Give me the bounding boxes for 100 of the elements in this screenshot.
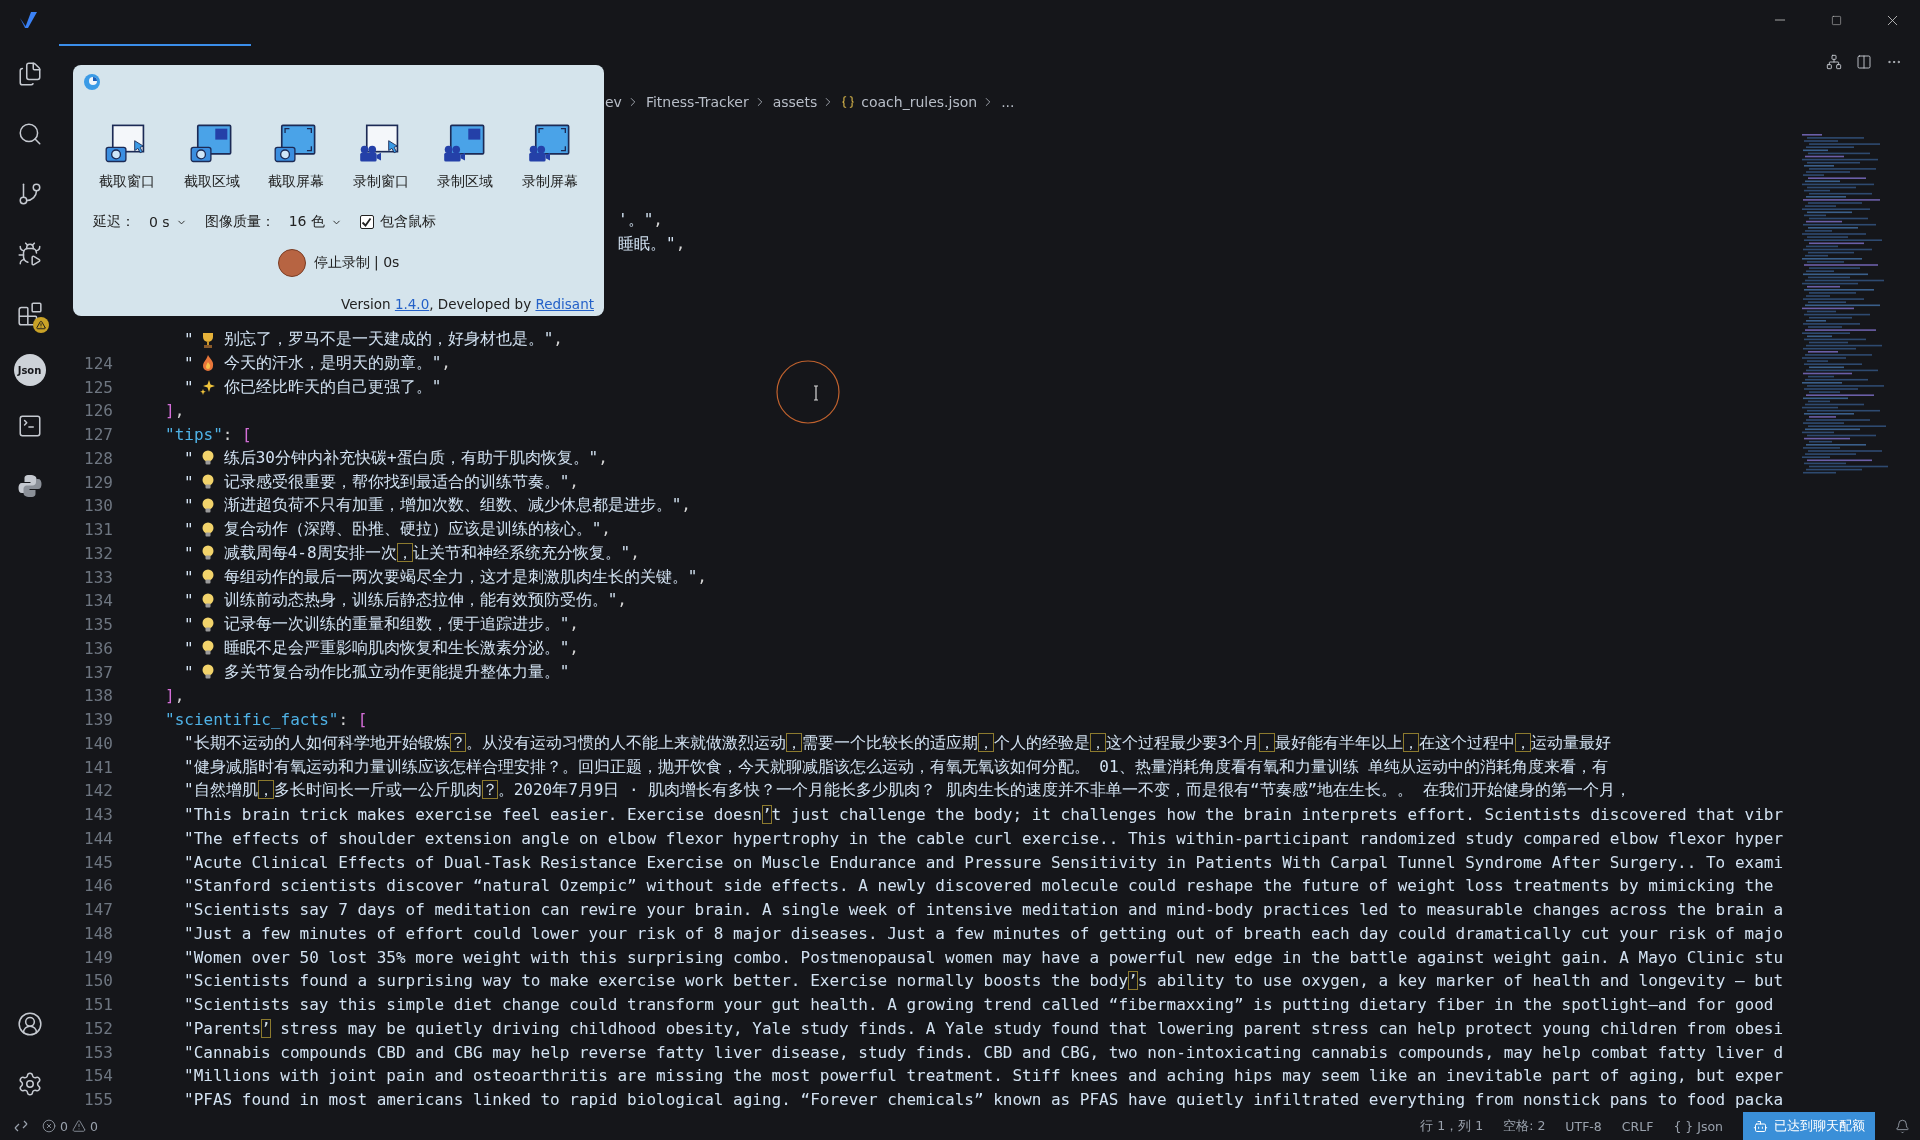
remote-icon[interactable] (14, 1119, 28, 1133)
code-text: 练后30分钟内补充快碳+蛋白质，有助于肌肉恢复。", (223, 447, 608, 469)
code-text: "tips": [ (165, 425, 252, 445)
line-number: 133 (83, 567, 113, 587)
line-number: 149 (83, 947, 113, 967)
code-text: ], (165, 686, 185, 706)
line-number: 142 (83, 781, 113, 801)
line-number: 135 (83, 615, 113, 635)
code-text: 睡眠不足会严重影响肌肉恢复和生长激素分泌。", (223, 637, 579, 659)
code-text: "This brain trick makes exercise feel easier. Exercise doesn’t just challenge the body; it challenges how the brain interprets effort. Scientists discovered that vibr (184, 805, 1784, 825)
cursor-highlight-icon (775, 359, 841, 425)
code-text: " (184, 662, 194, 682)
code-text: "Just a few minutes of effort could lower your risk of 8 major diseases. Just a few minutes of getting out of breath each day could dramatically cut your risk of majo (184, 923, 1784, 943)
status-item[interactable]: CRLF (1621, 1118, 1654, 1134)
capture-tool-button[interactable]: 录制区域 (423, 121, 508, 193)
code-text: " (184, 496, 194, 516)
stop-recording-button[interactable]: 停止录制 | 0s (277, 249, 400, 277)
capture-tool-button[interactable]: 录制屏幕 (507, 121, 592, 193)
delay-label: 延迟： (93, 213, 135, 231)
code-text: " (184, 615, 194, 635)
status-item[interactable]: UTF-8 (1565, 1118, 1602, 1134)
code-text: "Stanford scientists discover “natural Ozempic” without side effects. A newly discovered molecule could reshape the future of weight loss treatments by mimicking the (184, 876, 1774, 896)
maximize-icon[interactable] (1830, 14, 1842, 26)
code-text: 今天的汗水，是明天的勋章。", (223, 352, 451, 374)
code-text: 渐进超负荷不只有加重，增加次数、组数、减少休息都是进步。", (223, 495, 691, 517)
code-text: 记录感受很重要，帮你找到最适合的训练节奏。", (223, 471, 579, 493)
breadcrumb-item[interactable]: ev (605, 94, 622, 110)
version-text: Version 1.4.0, Developed by Redisant (339, 296, 594, 312)
line-number: 126 (83, 401, 113, 421)
breadcrumb-item[interactable]: Fitness-Tracker (645, 94, 749, 110)
json-extension-icon[interactable]: Json (13, 354, 46, 386)
code-text: " (184, 567, 194, 587)
code-text: "Cannabis compounds CBD and CBG may help reverse fatty liver disease, study finds. CBD and CBG, two non-intoxicating cannabis compounds, may help combat fatty liver d (184, 1042, 1784, 1062)
sparkles-icon (199, 378, 216, 397)
braces-icon (841, 95, 856, 109)
code-text: "Parents’ stress may be quietly driving childhood obesity, Yale study finds. A Yale study found that lowering parent stress can help protect young children from obesi (184, 1018, 1784, 1038)
line-number: 131 (83, 520, 113, 540)
app-logo-icon (18, 10, 40, 30)
line-number: 141 (83, 757, 113, 777)
split-editor-icon[interactable] (1856, 54, 1872, 70)
breadcrumb-item[interactable]: assets (772, 94, 818, 110)
bot-icon (1753, 1118, 1768, 1134)
line-number: 144 (83, 828, 113, 848)
version-link[interactable]: 1.4.0 (394, 296, 430, 312)
line-number: 124 (83, 353, 113, 373)
code-text: "Acute Clinical Effects of Dual-Task Resistance Exercise on Muscle Endurance and Pressure Sensitivity in Patients With Carpal Tunnel Syndrome After Surgery.. To exami (184, 852, 1784, 872)
code-text: 训练前动态热身，训练后静态拉伸，能有效预防受伤。", (223, 590, 627, 612)
code-text: "Scientists found a surprising way to make exercise work better. Exercise normally boosts the body’s ability to use oxygen, a key marker of health and longevity — but (184, 971, 1784, 991)
code-text: " (184, 377, 194, 397)
code-text: 睡眠。", (618, 234, 686, 256)
code-text: "Scientists say 7 days of meditation can rewire your brain. A single week of intensive meditation and mind-body practices led to measurable changes across the brain a (184, 900, 1784, 920)
line-number: 146 (83, 876, 113, 896)
warning-icon (71, 1119, 86, 1133)
code-text: " (184, 472, 194, 492)
breadcrumb-item[interactable]: coach_rules.json (861, 94, 978, 110)
code-text: "自然增肌，多长时间长一斤或一公斤肌肉？。2020年7月9日 · 肌肉增长有多快？一个月能长多少肌肉？ 肌肉生长的速度并不非单一不变，而是很有“节奏感”地在生长。。 在我们开始健身的第一个月， (184, 780, 1631, 802)
line-number: 132 (83, 543, 113, 563)
code-text: 复合动作（深蹲、卧推、硬拉）应该是训练的核心。", (223, 519, 611, 541)
line-number: 152 (83, 1018, 113, 1038)
line-number: 151 (83, 995, 113, 1015)
code-text: "The effects of shoulder extension angle on elbow flexor hypertrophy in the cable curl exercise.. This within-participant randomized study compared elbow flexor hyper (184, 828, 1784, 848)
status-item[interactable]: { } Json (1673, 1118, 1723, 1134)
code-text: " (184, 448, 194, 468)
hierarchy-icon[interactable] (1826, 54, 1842, 70)
line-number: 139 (83, 710, 113, 730)
code-text: 每组动作的最后一两次要竭尽全力，这才是刺激肌肉生长的关键。", (223, 566, 707, 588)
code-text: " (184, 353, 194, 373)
code-text: 多关节复合动作比孤立动作更能提升整体力量。" (223, 661, 570, 683)
delay-select[interactable]: 0 s (145, 214, 195, 230)
line-number: 155 (83, 1090, 113, 1110)
code-text: "长期不运动的人如何科学地开始锻炼？。从没有运动习惯的人不能上来就做激烈运动，需要一个比较长的适应期，个人的经验是，这个过程最少要3个月，最好能有半年以上，在这个过程中，运动量最好 (184, 732, 1612, 754)
quality-select[interactable]: 16 色 (284, 213, 350, 231)
code-text: "PFAS found in most americans linked to rapid biological aging. “Forever chemicals” known as PFAS have quietly infiltrated everything from nonstick pans to food packa (184, 1090, 1784, 1110)
code-text: '。", (618, 210, 663, 232)
code-text: "scientific_facts": [ (165, 710, 368, 730)
code-text: " (184, 520, 194, 540)
code-text: 减载周每4-8周安排一次，让关节和神经系统充分恢复。", (223, 542, 640, 564)
author-link[interactable]: Redisant (535, 296, 594, 312)
capture-tool-button[interactable]: 截取区域 (169, 121, 254, 193)
checkbox-label: 包含鼠标 (379, 213, 436, 231)
breadcrumb-item[interactable]: ... (1001, 94, 1015, 110)
capture-tool-button[interactable]: 截取窗口 (85, 121, 169, 193)
error-icon (42, 1119, 56, 1133)
code-text: 别忘了，罗马不是一天建成的，好身材也是。", (223, 329, 563, 351)
line-number: 138 (83, 686, 113, 706)
code-text: "Women over 50 lost 35% more weight with this surprising combo. Postmenopausal women may have a powerful new edge in the battle against weight gain. A Mayo Clinic stu (184, 947, 1784, 967)
code-text: " (184, 543, 194, 563)
capture-tool-button[interactable]: 截取屏幕 (254, 121, 339, 193)
status-item[interactable]: 行 1，列 1 (1420, 1117, 1484, 1135)
line-number: 127 (83, 425, 113, 445)
code-text: " (184, 638, 194, 658)
code-text: " (184, 591, 194, 611)
line-number: 137 (83, 662, 113, 682)
include-cursor-checkbox[interactable] (359, 215, 374, 229)
capture-tool-button[interactable]: 录制窗口 (338, 121, 423, 193)
line-number: 130 (83, 496, 113, 516)
code-text: 你已经比昨天的自己更强了。" (223, 376, 442, 398)
code-text: " (184, 330, 194, 350)
status-item[interactable]: 空格: 2 (1503, 1117, 1546, 1135)
line-number: 150 (83, 971, 113, 991)
